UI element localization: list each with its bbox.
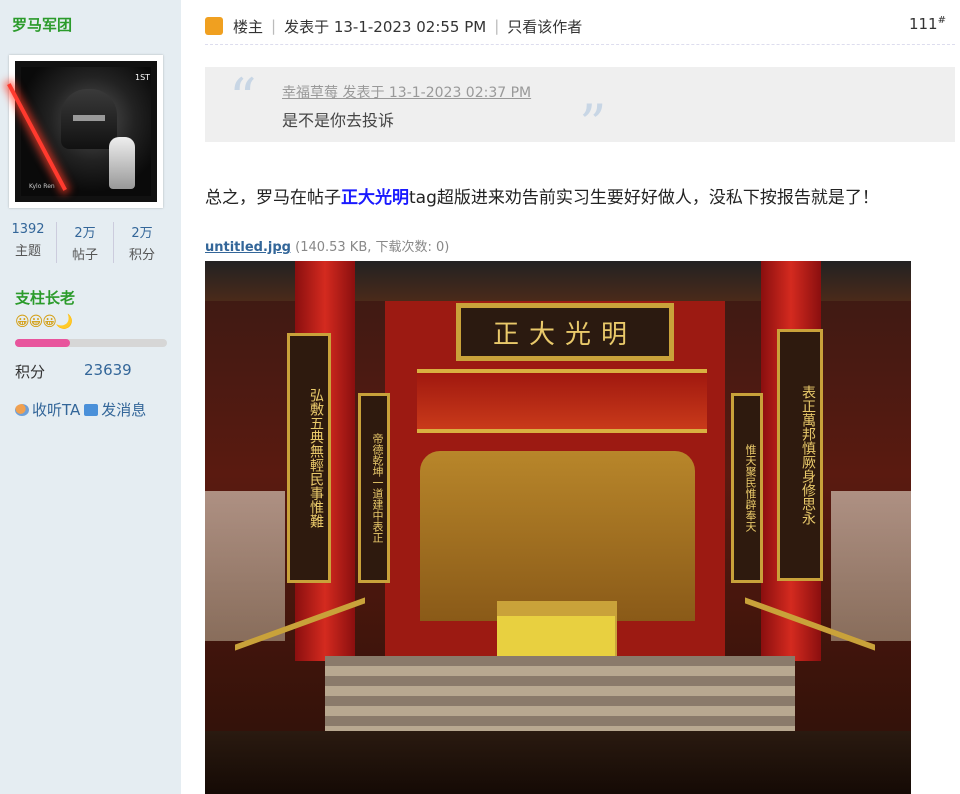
- couplet-outer-right: 表正萬邦慎厥身修思永: [777, 329, 823, 581]
- user-stats: 1392 主题 2万 帖子 2万 积分: [0, 222, 170, 263]
- tag-link[interactable]: 正大光明: [341, 188, 409, 208]
- user-actions: 收听TA 发消息: [15, 399, 146, 420]
- dragon-beam: [417, 369, 707, 433]
- user-sidebar: 罗马军团 1ST Kylo Ren 1392 主题 2万 帖子 2万 积分 支柱…: [0, 0, 181, 794]
- attached-photo[interactable]: 正大光明 弘敷五典無輕民事惟難 帝德乾坤一道建中表正 惟天聚民惟辟奉天 表正萬邦…: [205, 261, 911, 794]
- avatar-stamp-image: 1ST Kylo Ren: [7, 61, 157, 202]
- stamp-value: 1ST: [135, 73, 151, 82]
- attachment-info: (140.53 KB, 下载次数: 0): [290, 240, 450, 255]
- follow-icon[interactable]: [15, 403, 29, 416]
- poster-icon: [205, 17, 223, 35]
- only-author-link[interactable]: 只看该作者: [507, 16, 582, 37]
- header-divider: [205, 44, 955, 45]
- envelope-icon[interactable]: [84, 403, 99, 416]
- stat-posts[interactable]: 2万 帖子: [57, 222, 114, 263]
- message-link[interactable]: 发消息: [101, 399, 146, 420]
- user-rank[interactable]: 支柱长老: [15, 287, 75, 308]
- close-quote-icon: ”: [579, 93, 607, 156]
- post-body: 总之，罗马在帖子正大光明tag超版进来劝告前实习生要好好做人，没私下按报告就是了…: [205, 188, 879, 208]
- throne-screen: [420, 451, 695, 621]
- couplet-inner-right: 惟天聚民惟辟奉天: [731, 393, 763, 583]
- points-label: 积分: [15, 363, 46, 381]
- quote-block: “ 幸福草莓 发表于 13-1-2023 02:37 PM 是不是你去投诉 ”: [205, 67, 955, 156]
- trooper-shape: [109, 137, 135, 189]
- hall-plaque: 正大光明: [456, 303, 674, 361]
- points-value: 23639: [84, 361, 132, 379]
- follow-link[interactable]: 收听TA: [32, 399, 80, 420]
- rank-icons: 😀😀😀🌙: [15, 314, 73, 330]
- couplet-inner-left: 帝德乾坤一道建中表正: [358, 393, 390, 583]
- username[interactable]: 罗马军团: [12, 14, 72, 35]
- quote-meta[interactable]: 幸福草莓 发表于 13-1-2023 02:37 PM: [282, 82, 531, 102]
- floor-number[interactable]: 111#: [909, 15, 946, 33]
- open-quote-icon: “: [229, 67, 257, 130]
- post-timestamp: 发表于 13-1-2023 02:55 PM: [284, 17, 487, 36]
- rank-progress-fill: [15, 339, 70, 347]
- couplet-outer-left: 弘敷五典無輕民事惟難: [287, 333, 331, 583]
- author-role: 楼主: [233, 17, 264, 36]
- lightsaber-shape: [7, 83, 67, 191]
- attachment-line: untitled.jpg (140.53 KB, 下载次数: 0): [205, 236, 449, 255]
- stat-topics[interactable]: 1392 主题: [0, 222, 57, 263]
- stat-credits[interactable]: 2万 积分: [114, 222, 170, 263]
- rank-progress-bar: [15, 339, 167, 347]
- avatar[interactable]: 1ST Kylo Ren: [7, 55, 163, 208]
- post-header: 楼主 | 发表于 13-1-2023 02:55 PM | 只看该作者: [205, 13, 582, 39]
- attachment-link[interactable]: untitled.jpg: [205, 240, 291, 255]
- quote-text: 是不是你去投诉: [282, 111, 395, 130]
- stamp-caption: Kylo Ren: [29, 183, 55, 190]
